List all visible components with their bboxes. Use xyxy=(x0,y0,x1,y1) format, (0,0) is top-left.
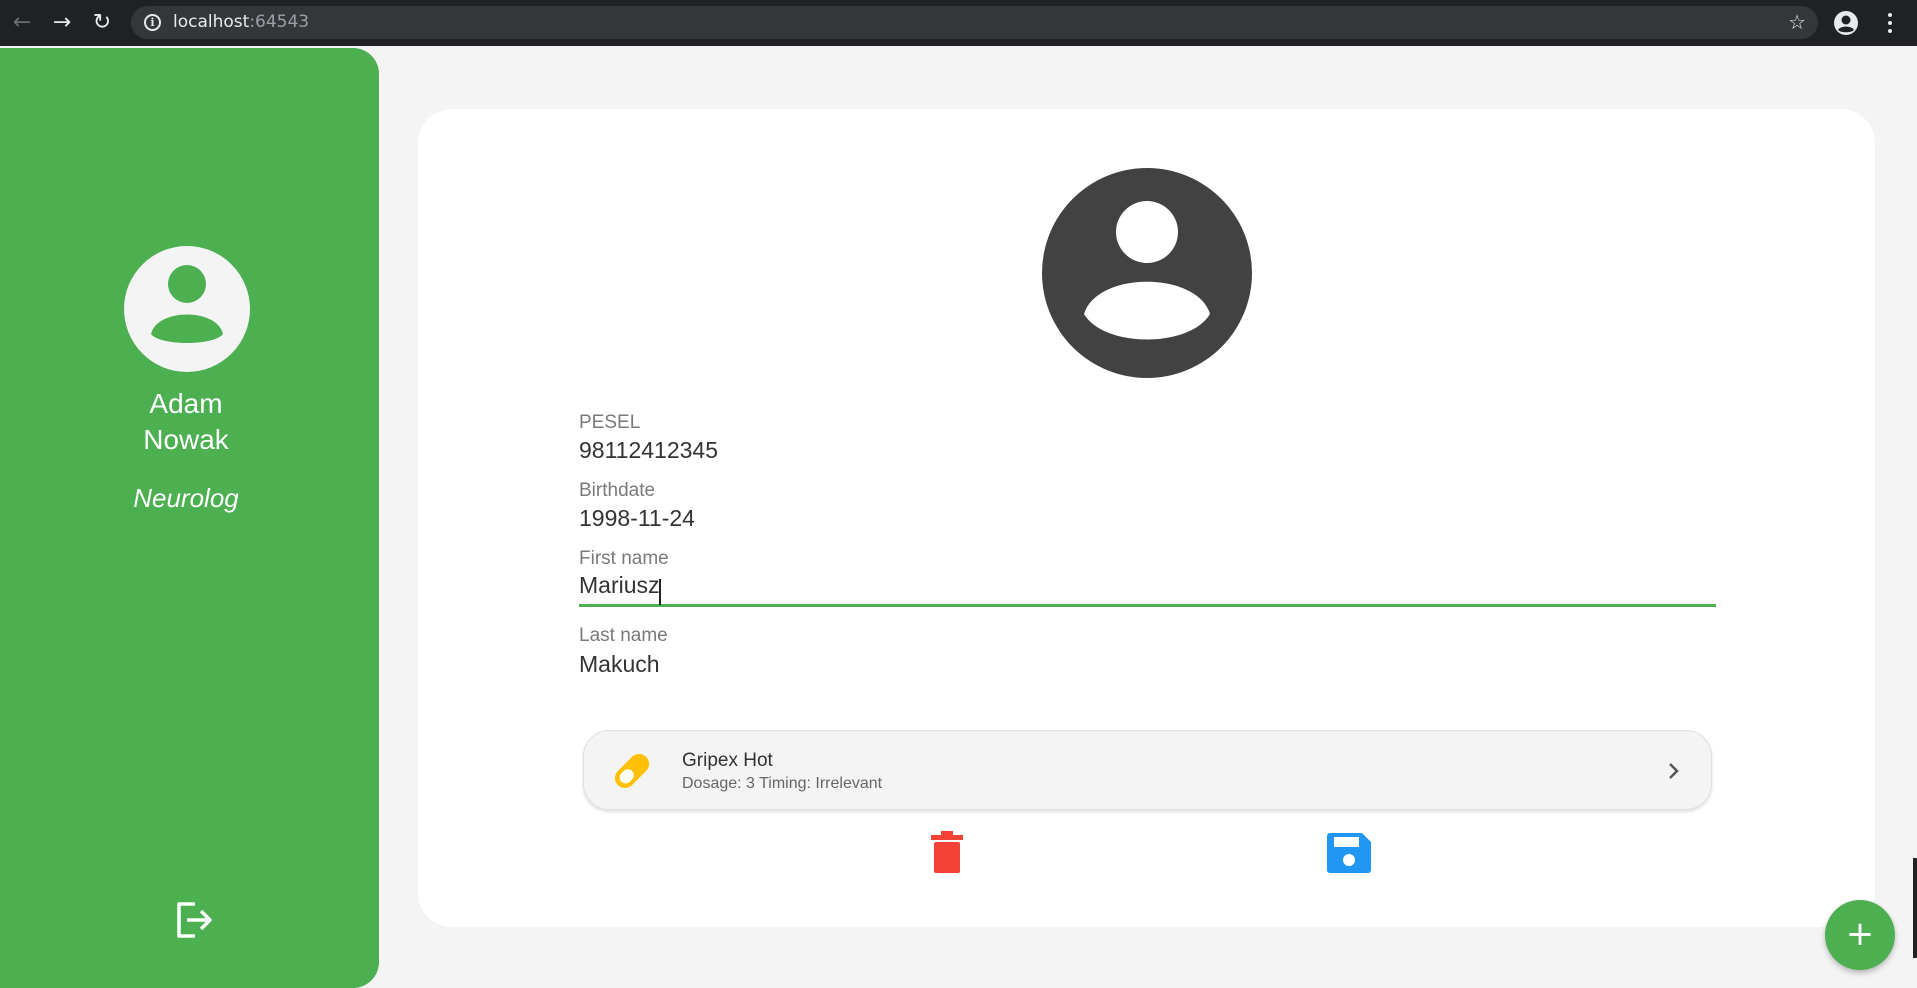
url-text[interactable]: localhost:64543 xyxy=(173,12,309,32)
pill-icon xyxy=(614,753,650,789)
user-role: Neurolog xyxy=(133,483,239,513)
browser-toolbar: ← → ↻ i localhost:64543 ☆ xyxy=(0,0,1917,46)
birthdate-label: Birthdate xyxy=(579,480,656,501)
user-last-name: Nowak xyxy=(143,424,229,455)
profile-icon[interactable] xyxy=(1833,10,1859,36)
delete-button[interactable] xyxy=(930,831,964,873)
last-name-value[interactable]: Makuch xyxy=(579,651,660,678)
browser-menu-icon[interactable] xyxy=(1880,10,1900,36)
scrollbar[interactable] xyxy=(1913,858,1917,958)
sidebar: Adam Nowak Neurolog xyxy=(0,48,379,988)
patient-avatar-icon xyxy=(1042,168,1252,378)
add-button[interactable]: + xyxy=(1825,900,1895,970)
address-bar[interactable]: i localhost:64543 ☆ xyxy=(131,6,1818,39)
site-info-icon[interactable]: i xyxy=(144,14,161,31)
pesel-value: 98112412345 xyxy=(579,437,718,463)
forward-icon[interactable]: → xyxy=(48,8,76,36)
bookmark-star-icon[interactable]: ☆ xyxy=(1788,10,1806,34)
birthdate-value: 1998-11-24 xyxy=(579,505,695,531)
url-port: :64543 xyxy=(249,12,310,32)
medication-name: Gripex Hot xyxy=(682,750,773,771)
url-host: localhost xyxy=(173,12,250,32)
patient-card: PESEL 98112412345 Birthdate 1998-11-24 F… xyxy=(418,109,1875,927)
medication-detail: Dosage: 3 Timing: Irrelevant xyxy=(682,775,883,792)
text-caret xyxy=(659,579,661,605)
user-name: Adam Nowak xyxy=(0,386,372,458)
medication-item[interactable]: Gripex Hot Dosage: 3 Timing: Irrelevant xyxy=(583,730,1712,810)
chevron-right-icon xyxy=(1669,763,1679,779)
user-first-name: Adam xyxy=(149,388,223,419)
save-button[interactable] xyxy=(1327,833,1371,873)
back-icon[interactable]: ← xyxy=(8,8,36,36)
logout-icon[interactable] xyxy=(173,899,215,941)
reload-icon[interactable]: ↻ xyxy=(88,8,116,36)
user-avatar-icon xyxy=(124,246,250,372)
last-name-label: Last name xyxy=(579,625,668,646)
pesel-label: PESEL xyxy=(579,412,641,433)
first-name-input[interactable] xyxy=(579,567,1716,607)
